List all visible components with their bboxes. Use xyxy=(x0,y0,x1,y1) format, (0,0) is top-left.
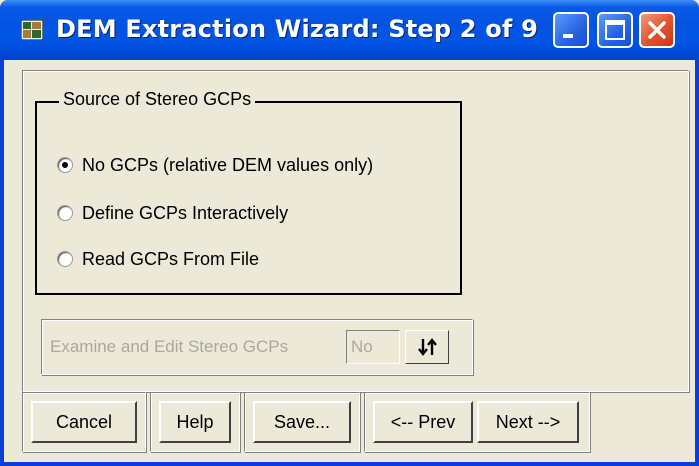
help-button[interactable]: Help xyxy=(159,401,231,443)
radio-label: Read GCPs From File xyxy=(82,248,260,269)
window-title: DEM Extraction Wizard: Step 2 of 9 xyxy=(56,15,539,43)
examine-gcps-toggle[interactable] xyxy=(405,330,449,364)
minimize-button[interactable] xyxy=(553,12,589,48)
minimize-icon xyxy=(563,34,573,38)
maximize-button[interactable] xyxy=(597,12,633,48)
maximize-icon xyxy=(605,20,625,40)
radio-button[interactable] xyxy=(57,157,73,173)
radio-label: No GCPs (relative DEM values only) xyxy=(82,154,374,175)
save-button[interactable]: Save... xyxy=(253,401,351,443)
radio-button[interactable] xyxy=(57,205,73,221)
title-bar[interactable]: DEM Extraction Wizard: Step 2 of 9 xyxy=(0,0,699,60)
dem-app-icon xyxy=(21,20,43,40)
radio-button[interactable] xyxy=(57,251,73,267)
radio-option-no-gcps[interactable]: No GCPs (relative DEM values only) xyxy=(57,153,373,177)
client-area: Source of Stereo GCPs No GCPs (relative … xyxy=(4,60,695,462)
examine-gcps-label: Examine and Edit Stereo GCPs xyxy=(50,337,289,356)
prev-button[interactable]: <-- Prev xyxy=(373,401,473,443)
wizard-window: DEM Extraction Wizard: Step 2 of 9 Sourc… xyxy=(0,0,699,466)
radio-label: Define GCPs Interactively xyxy=(82,202,289,223)
examine-gcps-panel: Examine and Edit Stereo GCPs No xyxy=(41,319,473,375)
save-group: Save... xyxy=(244,392,360,452)
close-button[interactable] xyxy=(639,12,675,48)
next-button[interactable]: Next --> xyxy=(477,401,579,443)
main-panel: Source of Stereo GCPs No GCPs (relative … xyxy=(22,70,689,392)
cancel-group: Cancel xyxy=(22,392,146,452)
up-down-arrows-icon xyxy=(418,338,437,356)
radio-option-read-from-file[interactable]: Read GCPs From File xyxy=(57,247,259,271)
close-icon xyxy=(648,21,666,39)
radio-option-define-interactively[interactable]: Define GCPs Interactively xyxy=(57,201,288,225)
navigation-group: <-- Prev Next --> xyxy=(364,392,590,452)
help-group: Help xyxy=(150,392,240,452)
examine-gcps-value: No xyxy=(346,330,400,364)
cancel-button[interactable]: Cancel xyxy=(31,401,137,443)
source-group-legend: Source of Stereo GCPs xyxy=(59,89,256,110)
